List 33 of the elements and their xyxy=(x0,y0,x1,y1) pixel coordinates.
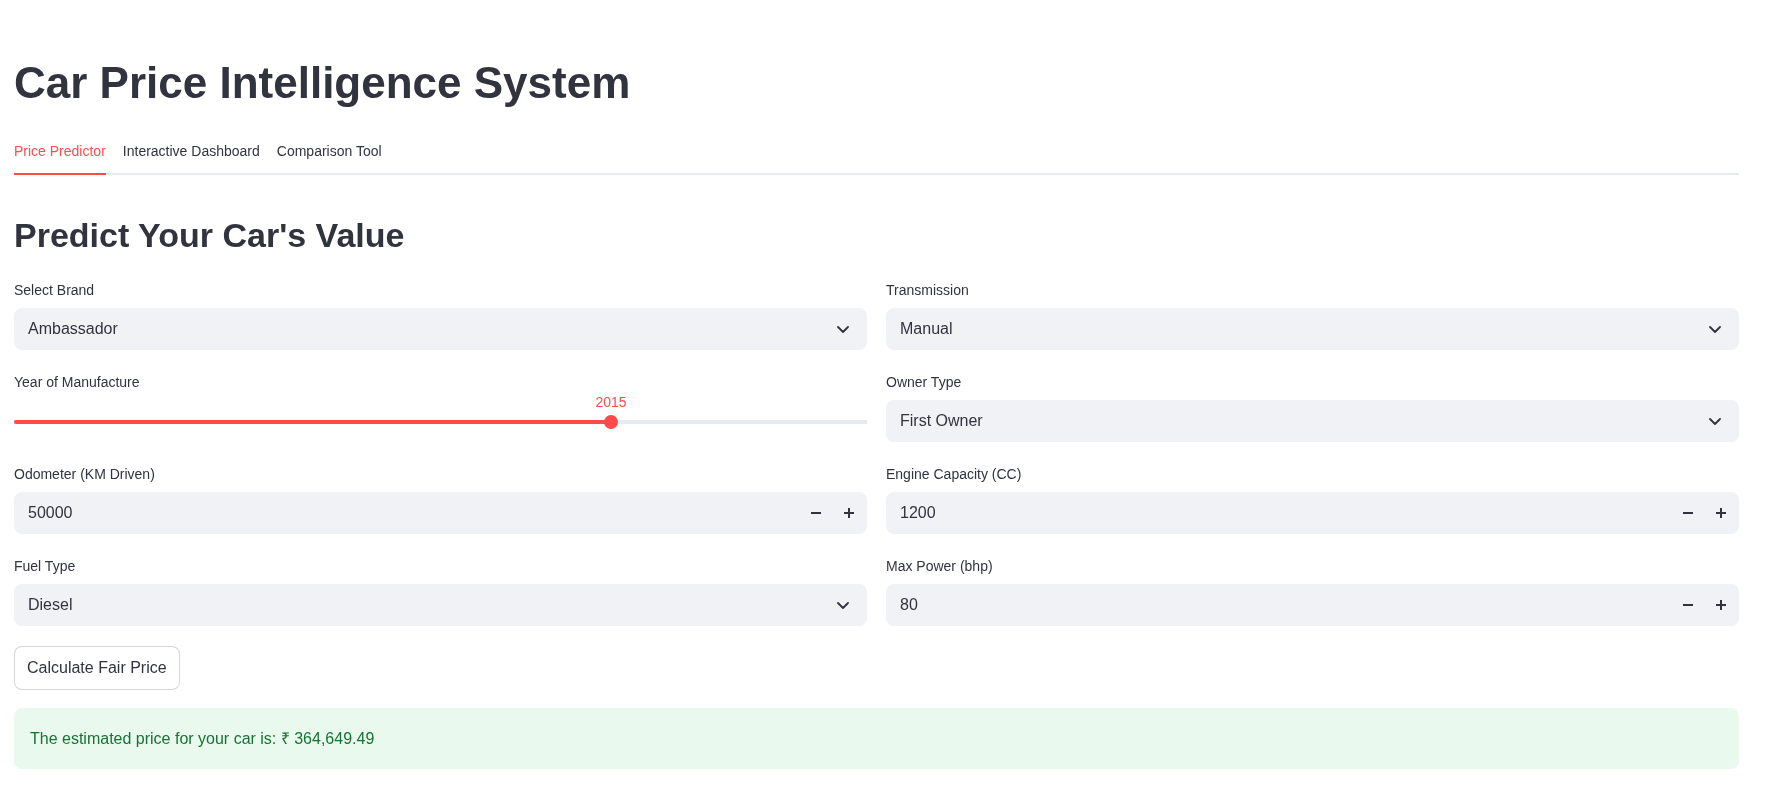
field-label: Max Power (bhp) xyxy=(886,557,994,576)
calculate-button[interactable]: Calculate Fair Price xyxy=(14,646,180,690)
chevron-down-icon xyxy=(1709,417,1721,425)
number-input[interactable]: 80 xyxy=(886,584,1671,626)
number-input[interactable]: 50000 xyxy=(14,492,799,534)
field-label: Year of Manufacture xyxy=(14,373,141,392)
number-input[interactable]: 1200 xyxy=(886,492,1671,534)
tab[interactable]: Comparison Tool xyxy=(276,141,382,175)
increment-button[interactable] xyxy=(832,492,867,534)
field-label: Transmission xyxy=(886,281,970,300)
field-label: Engine Capacity (CC) xyxy=(886,465,1023,484)
increment-button[interactable] xyxy=(1704,492,1739,534)
field-label: Select Brand xyxy=(14,281,96,300)
field-label: Owner Type xyxy=(886,373,963,392)
section-heading: Predict Your Car's Value xyxy=(14,215,406,256)
tab[interactable]: Interactive Dashboard xyxy=(122,141,260,175)
dropdown-select[interactable]: Manual xyxy=(886,308,1739,350)
dropdown-select[interactable]: Diesel xyxy=(14,584,867,626)
slider-value: 2015 xyxy=(595,394,627,410)
field-label: Fuel Type xyxy=(14,557,77,576)
slider-thumb[interactable] xyxy=(604,415,619,429)
plus-icon xyxy=(843,508,854,518)
plus-icon xyxy=(1715,600,1726,610)
dropdown-select[interactable]: Ambassador xyxy=(14,308,867,350)
chevron-down-icon xyxy=(1709,325,1721,333)
chevron-down-icon xyxy=(837,601,849,609)
dropdown-select[interactable]: First Owner xyxy=(886,400,1739,442)
app-title: Car Price Intelligence System xyxy=(14,58,632,108)
chevron-down-icon xyxy=(837,325,849,333)
field-label: Odometer (KM Driven) xyxy=(14,465,156,484)
success-message: The estimated price for your car is: ₹ 364,649.49 xyxy=(14,708,1739,769)
increment-button[interactable] xyxy=(1704,584,1739,626)
plus-icon xyxy=(1715,508,1726,518)
